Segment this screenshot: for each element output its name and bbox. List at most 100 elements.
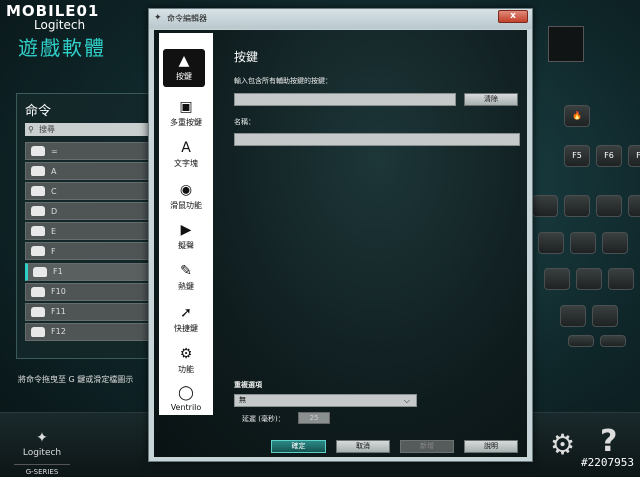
logitech-logo-icon: ✦ <box>36 430 48 446</box>
nav-item-label: Ventrilo <box>170 403 202 412</box>
nav-item-mouse[interactable]: ◉ 滑鼠功能 <box>159 178 213 216</box>
keyboard-key[interactable] <box>602 232 628 254</box>
keyboard-key[interactable] <box>538 232 564 254</box>
command-item[interactable]: F11 <box>25 302 151 321</box>
keyboard-key[interactable] <box>544 268 570 290</box>
key-icon <box>31 286 45 297</box>
keyboard-key[interactable] <box>570 232 596 254</box>
keyboard-key[interactable]: F8 <box>628 145 640 167</box>
command-item[interactable]: F12 <box>25 322 151 341</box>
command-search-placeholder: 搜尋 <box>39 125 55 134</box>
cancel-button[interactable]: 取消 <box>336 440 390 453</box>
key-icon: ▲ <box>178 53 190 69</box>
nav-item-shortcut[interactable]: ➚ 快捷鍵 <box>159 301 213 339</box>
key-icon <box>31 326 45 337</box>
key-icon <box>31 186 45 197</box>
command-item[interactable]: D <box>25 202 151 221</box>
gseries-label: G-SERIES <box>14 464 70 476</box>
name-input-field[interactable] <box>234 133 520 146</box>
dialog-titlebar[interactable]: ✦ 命令編輯器 x <box>149 9 532 29</box>
command-item-label: A <box>51 166 57 176</box>
nav-item-label: 擬聲 <box>178 241 194 250</box>
content-heading: 按鍵 <box>234 50 259 64</box>
logitech-brand: Logitech <box>22 448 62 458</box>
keyboard-key[interactable] <box>568 335 594 347</box>
multikey-icon: ▣ <box>179 99 193 115</box>
nav-item-function[interactable]: ⚙ 功能 <box>159 342 213 380</box>
name-label: 名稱： <box>234 118 255 126</box>
command-item-label: F12 <box>51 327 66 337</box>
command-item[interactable]: E <box>25 222 151 241</box>
delay-input[interactable]: 25 <box>298 412 330 424</box>
repeat-options-select[interactable]: 無 ⌵ <box>234 394 417 407</box>
command-item-label: C <box>51 186 57 196</box>
keyboard-preview: 🔥 F5 F6 F8 <box>532 95 640 347</box>
play-icon: ▶ <box>180 222 192 238</box>
command-editor-dialog: ✦ 命令編輯器 x ▲ 按鍵 ▣ 多重按鍵 A 文字塊 ◉ 滑鼠功能 ▶ 擬聲 … <box>148 8 533 462</box>
keyboard-key[interactable] <box>564 195 590 217</box>
nav-item-ventrilo[interactable]: ◯ Ventrilo <box>159 381 213 419</box>
new-button[interactable]: 新增 <box>400 440 454 453</box>
watermark-logo: MOBILE01 Logitech <box>6 2 99 32</box>
command-panel: 命令 ⚲ 搜尋 = A C D E F F1 F10 F11 F12 <box>16 93 151 359</box>
keyboard-key[interactable] <box>600 335 626 347</box>
command-list: = A C D E F F1 F10 F11 F12 <box>25 142 151 343</box>
keyboard-key[interactable] <box>608 268 634 290</box>
command-item[interactable]: C <box>25 182 151 201</box>
app-logo-icon: ✦ <box>154 13 162 23</box>
dialog-body: ▲ 按鍵 ▣ 多重按鍵 A 文字塊 ◉ 滑鼠功能 ▶ 擬聲 ✎ 熱鍵 ➚ 快捷鍵… <box>154 30 527 457</box>
keyboard-key[interactable] <box>560 305 586 327</box>
keyboard-key[interactable]: F6 <box>596 145 622 167</box>
keyboard-key[interactable] <box>628 195 640 217</box>
nav-item-label: 熱鍵 <box>178 282 194 291</box>
nav-item-media[interactable]: ▶ 擬聲 <box>159 218 213 256</box>
shortcut-arrow-icon: ➚ <box>180 305 192 321</box>
watermark-logo-sub: Logitech <box>34 18 86 32</box>
clear-button[interactable]: 清除 <box>464 93 518 106</box>
command-item-label: = <box>51 146 58 156</box>
ok-button[interactable]: 確定 <box>271 440 326 453</box>
nav-item-label: 功能 <box>178 365 194 374</box>
settings-gear-icon[interactable]: ⚙ <box>550 428 575 461</box>
command-item[interactable]: A <box>25 162 151 181</box>
drag-hint: 將命令拖曳至 G 鍵或滑定檔圖示 <box>18 375 134 384</box>
command-item-label: F1 <box>53 267 63 277</box>
nav-item-label: 多重按鍵 <box>170 118 202 127</box>
key-input-field[interactable] <box>234 93 456 106</box>
key-icon <box>31 246 45 257</box>
command-search-input[interactable]: ⚲ 搜尋 <box>25 123 151 136</box>
delay-label: 延遲 (毫秒)： <box>242 415 285 423</box>
command-item[interactable]: F <box>25 242 151 261</box>
key-icon <box>31 226 45 237</box>
command-item[interactable]: = <box>25 142 151 160</box>
hotkey-icon: ✎ <box>180 263 192 279</box>
repeat-options-label: 重複選項 <box>234 381 262 389</box>
keyboard-key[interactable] <box>576 268 602 290</box>
help-button[interactable]: 說明 <box>464 440 518 453</box>
watermark-id: #2207953 <box>581 456 634 469</box>
nav-item-label: 按鍵 <box>176 72 192 81</box>
close-button[interactable]: x <box>498 10 528 23</box>
keyboard-key[interactable] <box>592 305 618 327</box>
keyboard-key[interactable] <box>596 195 622 217</box>
nav-item-hotkey[interactable]: ✎ 熱鍵 <box>159 259 213 297</box>
nav-item-multikey[interactable]: ▣ 多重按鍵 <box>159 95 213 133</box>
chevron-down-icon: ⌵ <box>403 396 410 405</box>
keyboard-key[interactable]: F5 <box>564 145 590 167</box>
mouse-icon: ◉ <box>179 182 193 198</box>
keyboard-key[interactable]: 🔥 <box>564 105 590 127</box>
editor-side-nav: ▲ 按鍵 ▣ 多重按鍵 A 文字塊 ◉ 滑鼠功能 ▶ 擬聲 ✎ 熱鍵 ➚ 快捷鍵… <box>159 33 213 415</box>
nav-item-key[interactable]: ▲ 按鍵 <box>163 49 205 87</box>
nav-item-label: 文字塊 <box>174 159 198 168</box>
command-item[interactable]: F10 <box>25 282 151 301</box>
repeat-selected-value: 無 <box>239 396 246 404</box>
help-icon[interactable]: ? <box>600 424 617 459</box>
text-block-icon: A <box>181 140 191 156</box>
command-item-label: F11 <box>51 307 66 317</box>
nav-item-text-block[interactable]: A 文字塊 <box>159 136 213 174</box>
profile-slot[interactable] <box>548 26 584 62</box>
command-item-label: E <box>51 226 57 236</box>
keyboard-key[interactable] <box>532 195 558 217</box>
command-item-active[interactable]: F1 <box>25 262 151 281</box>
key-icon <box>31 166 45 177</box>
